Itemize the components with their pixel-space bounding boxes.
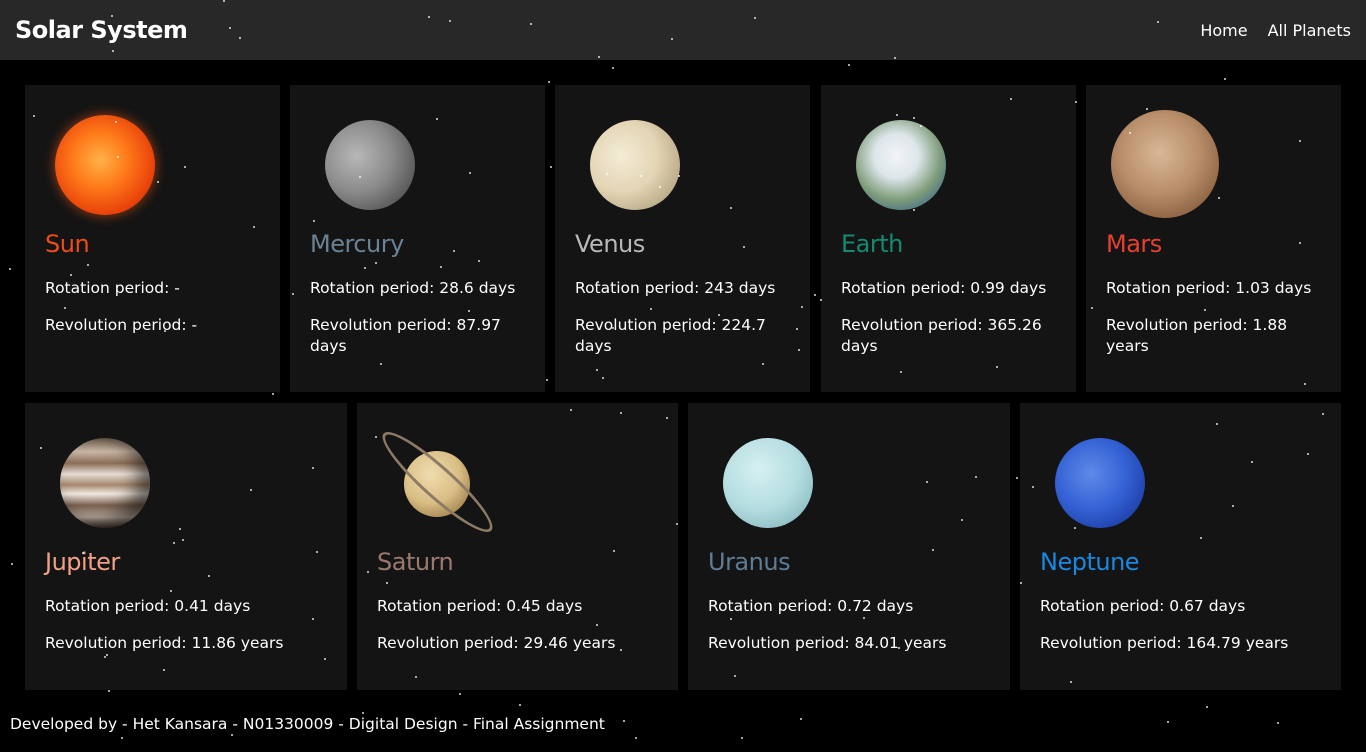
revolution-period: Revolution period: 87.97 days: [310, 316, 501, 355]
rotation-period: Rotation period: 28.6 days: [310, 279, 516, 297]
rotation-period: Rotation period: -: [45, 279, 180, 297]
planet-name: Uranus: [708, 548, 791, 576]
rotation-period: Rotation period: 0.45 days: [377, 597, 583, 615]
rotation-period: Rotation period: 1.03 days: [1106, 279, 1312, 297]
planet-card-uranus[interactable]: Uranus Rotation period: 0.72 days Revolu…: [688, 403, 1010, 690]
star: [546, 379, 548, 381]
planet-name: Mars: [1106, 230, 1162, 258]
star: [459, 693, 461, 695]
star: [550, 166, 552, 168]
uranus-image: [723, 438, 813, 528]
star: [800, 718, 802, 720]
mercury-image: [325, 120, 415, 210]
rotation-period: Rotation period: 0.72 days: [708, 597, 914, 615]
star: [231, 734, 233, 736]
star: [1016, 477, 1018, 479]
revolution-period: Revolution period: 29.46 years: [377, 634, 616, 652]
planet-name: Venus: [575, 230, 645, 258]
planet-card-sun[interactable]: Sun Rotation period: - Revolution period…: [25, 85, 280, 392]
planet-card-mercury[interactable]: Mercury Rotation period: 28.6 days Revol…: [290, 85, 545, 392]
star: [9, 268, 11, 270]
rotation-period: Rotation period: 0.67 days: [1040, 597, 1246, 615]
revolution-period: Revolution period: 84.01 years: [708, 634, 947, 652]
star: [11, 563, 13, 565]
planet-card-venus[interactable]: Venus Rotation period: 243 days Revoluti…: [555, 85, 810, 392]
neptune-image: [1055, 438, 1145, 528]
planet-name: Sun: [45, 230, 90, 258]
saturn-ring-icon: [372, 421, 503, 543]
revolution-period: Revolution period: 365.26 days: [841, 316, 1042, 355]
planet-name: Saturn: [377, 548, 454, 576]
planet-name: Mercury: [310, 230, 404, 258]
star: [741, 737, 743, 739]
planet-card-saturn[interactable]: Saturn Rotation period: 0.45 days Revolu…: [357, 403, 678, 690]
site-footer: Developed by - Het Kansara - N01330009 -…: [10, 715, 605, 733]
planet-card-neptune[interactable]: Neptune Rotation period: 0.67 days Revol…: [1020, 403, 1341, 690]
star: [1167, 721, 1169, 723]
planet-card-earth[interactable]: Earth Rotation period: 0.99 days Revolut…: [821, 85, 1076, 392]
star: [548, 81, 550, 83]
star: [1224, 78, 1226, 80]
star: [1277, 722, 1279, 724]
rotation-period: Rotation period: 0.99 days: [841, 279, 1047, 297]
star: [362, 712, 364, 714]
sun-image: [55, 115, 155, 215]
mars-image: [1111, 110, 1219, 218]
nav-home-link[interactable]: Home: [1200, 21, 1247, 40]
star: [272, 393, 274, 395]
planet-name: Neptune: [1040, 548, 1140, 576]
planet-name: Jupiter: [45, 548, 120, 576]
venus-image: [590, 120, 680, 210]
planet-name: Earth: [841, 230, 903, 258]
star: [612, 67, 614, 69]
star: [519, 704, 521, 706]
revolution-period: Revolution period: 164.79 years: [1040, 634, 1289, 652]
planet-card-mars[interactable]: Mars Rotation period: 1.03 days Revoluti…: [1086, 85, 1341, 392]
star: [108, 690, 110, 692]
star: [814, 294, 816, 296]
star: [1206, 706, 1208, 708]
earth-image: [856, 120, 946, 210]
site-header: Solar System Home All Planets: [0, 0, 1366, 60]
site-title: Solar System: [15, 16, 188, 44]
rotation-period: Rotation period: 0.41 days: [45, 597, 251, 615]
star: [635, 737, 637, 739]
revolution-period: Revolution period: 224.7 days: [575, 316, 766, 355]
planet-card-jupiter[interactable]: Jupiter Rotation period: 0.41 days Revol…: [25, 403, 347, 690]
star: [121, 737, 123, 739]
main-nav: Home All Planets: [1200, 21, 1351, 40]
star: [848, 64, 850, 66]
jupiter-image: [60, 438, 150, 528]
revolution-period: Revolution period: -: [45, 316, 198, 334]
nav-all-planets-link[interactable]: All Planets: [1268, 21, 1351, 40]
star: [623, 720, 625, 722]
revolution-period: Revolution period: 1.88 years: [1106, 316, 1288, 355]
rotation-period: Rotation period: 243 days: [575, 279, 776, 297]
revolution-period: Revolution period: 11.86 years: [45, 634, 284, 652]
